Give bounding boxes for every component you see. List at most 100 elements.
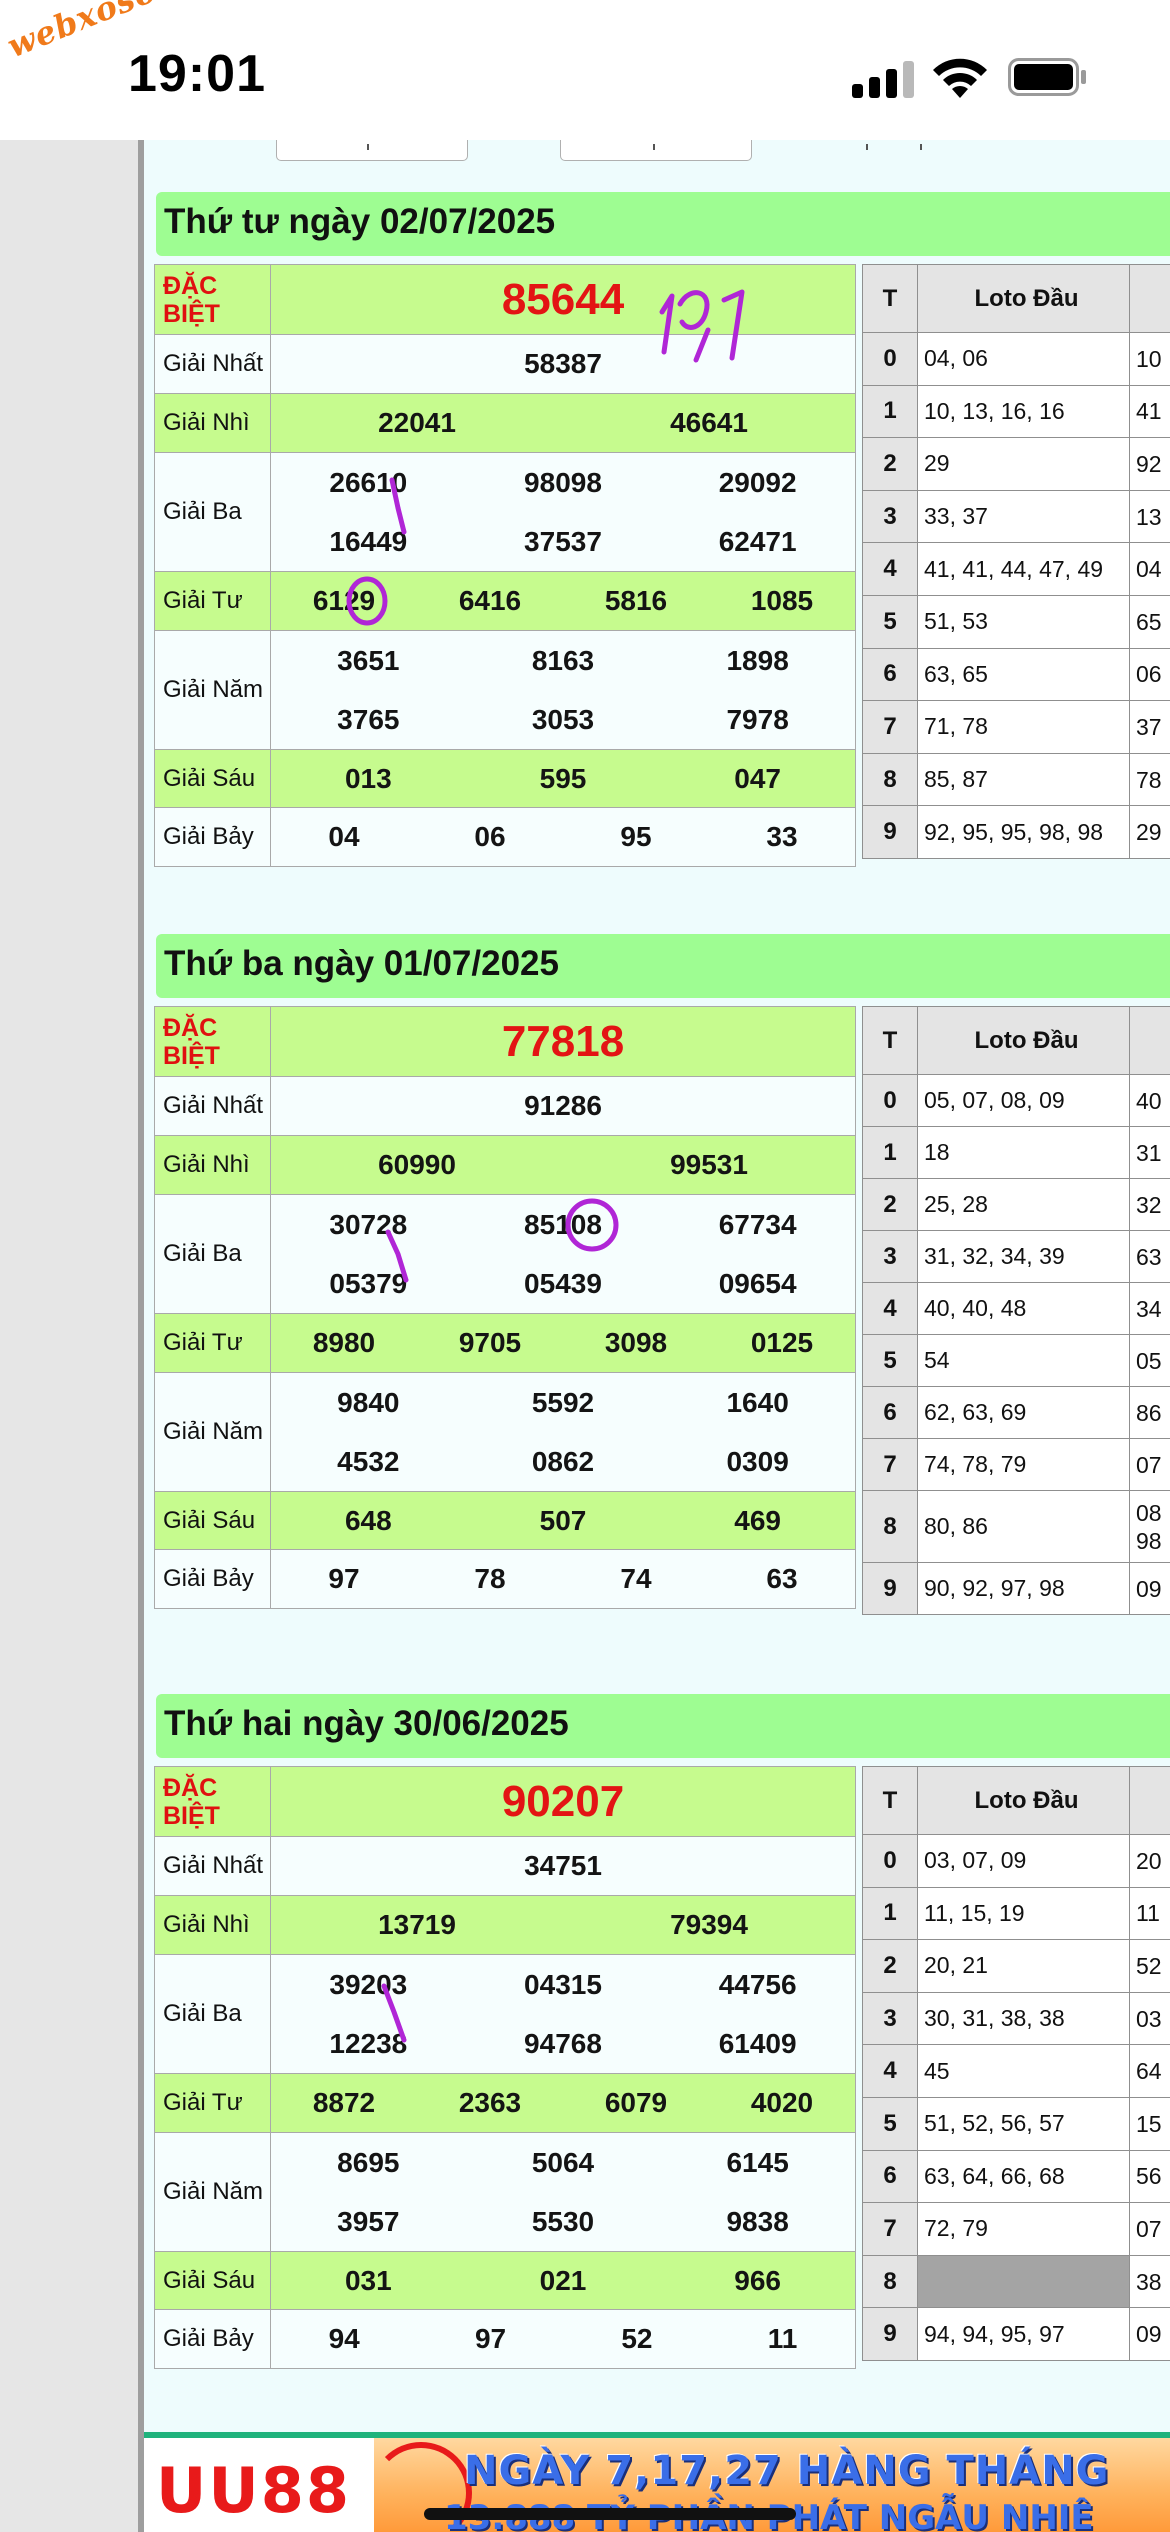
prize-label: Giải Sáu [154, 1491, 271, 1550]
home-indicator[interactable] [424, 2508, 796, 2520]
prize-number: 05439 [524, 1267, 602, 1299]
loto-dau: 29 [917, 437, 1130, 491]
prize-number: 95 [620, 821, 652, 852]
prize-number: 79394 [670, 1909, 748, 1940]
loto-dau: 90, 92, 97, 98 [917, 1562, 1130, 1615]
province-select-box[interactable] [560, 140, 752, 161]
loto-cut: 37 [1129, 700, 1170, 754]
loto-cut: 20 [1129, 1834, 1170, 1888]
cellular-signal-icon [852, 58, 914, 98]
status-time: 19:01 [128, 45, 266, 103]
prize-number: 74 [620, 1563, 652, 1594]
loto-dau: 63, 64, 66, 68 [917, 2149, 1130, 2204]
loto-dau: 33, 37 [917, 489, 1130, 544]
loto-t: 5 [862, 1334, 918, 1387]
wifi-icon [933, 58, 987, 98]
prize-number: 63 [766, 1563, 798, 1594]
loto-cut: 07 [1129, 2202, 1170, 2256]
prize-number: 3053 [531, 703, 595, 735]
date-select-box[interactable] [276, 140, 468, 161]
special-prize-label: ĐẶC BIỆT [154, 1006, 271, 1077]
prize-number: 3957 [337, 2205, 400, 2237]
loto-cut-line: 98 [1136, 1527, 1162, 1554]
loto-t: 1 [862, 1126, 918, 1179]
prize-number: 3765 [337, 703, 400, 735]
loto-dau: 92, 95, 95, 98, 98 [917, 805, 1130, 859]
loto-cut: 03 [1129, 1991, 1170, 2046]
prize-table: ĐẶC BIỆT 90207 Giải Nhất 34751 Giải Nhì 137… [154, 1766, 856, 2369]
prize-number: 2363 [458, 2087, 522, 2118]
loto-t: 5 [862, 594, 918, 649]
prize-label: Giải Tư [154, 1313, 271, 1373]
special-prize-value: 90207 [501, 1776, 625, 1826]
loto-t: 4 [862, 1282, 918, 1335]
prize-label: Giải Nhất [154, 334, 271, 394]
prize-number: 1640 [726, 1386, 789, 1418]
prize-number: 99531 [670, 1149, 748, 1180]
loto-t: 9 [862, 1562, 918, 1615]
day-header[interactable]: Thứ hai ngày 30/06/2025 [156, 1694, 1170, 1758]
loto-cut: 31 [1129, 1126, 1170, 1179]
prize-number: 507 [539, 1504, 587, 1536]
left-sidebar [0, 140, 138, 2532]
prize-label: Giải Nhất [154, 1836, 271, 1896]
loto-cut-line: 08 [1136, 1499, 1162, 1526]
day-header[interactable]: Thứ ba ngày 01/07/2025 [156, 934, 1170, 998]
prize-number: 11 [767, 2323, 798, 2354]
loto-t: 1 [862, 384, 918, 439]
loto-dau: 11, 15, 19 [917, 1886, 1130, 1941]
battery-icon [1008, 58, 1086, 96]
loto-t: 6 [862, 1386, 918, 1439]
prize-number: 6129 [312, 585, 376, 616]
prize-number: 26610 [329, 466, 408, 498]
banner-logo: UU88 [156, 2454, 351, 2527]
special-prize-label: ĐẶC BIỆT [154, 1766, 271, 1837]
prize-number: 22041 [378, 407, 456, 438]
loto-cut: 13 [1129, 489, 1170, 544]
prize-number: 78 [474, 1563, 506, 1594]
loto-cut: 15 [1129, 2096, 1170, 2151]
loto-dau: 85, 87 [917, 752, 1130, 807]
prize-number: 5064 [531, 2146, 595, 2178]
loto-header-cut [1129, 264, 1170, 333]
loto-cut: 05 [1129, 1334, 1170, 1387]
loto-t: 6 [862, 2149, 918, 2204]
special-prize-value: 77818 [501, 1016, 625, 1066]
prize-number: 94768 [524, 2027, 602, 2059]
prize-number: 7978 [726, 703, 789, 735]
prize-number: 34751 [524, 1850, 602, 1881]
prize-label: Giải Sáu [154, 2251, 271, 2310]
loto-dau-empty [917, 2254, 1130, 2309]
prize-number: 4532 [337, 1445, 400, 1477]
loto-cut: 07 [1129, 1438, 1170, 1491]
loto-cut: 04 [1129, 542, 1170, 596]
loto-dau: 05, 07, 08, 09 [917, 1074, 1130, 1127]
loto-cut: 56 [1129, 2149, 1170, 2204]
day-title: Thứ hai ngày 30/06/2025 [164, 1704, 569, 1743]
loto-dau: 74, 78, 79 [917, 1438, 1130, 1491]
loto-dau: 18 [917, 1126, 1130, 1179]
prize-number: 33 [766, 821, 798, 852]
prize-number: 30728 [329, 1208, 408, 1240]
loto-dau: 25, 28 [917, 1178, 1130, 1231]
loto-dau: 40, 40, 48 [917, 1282, 1130, 1335]
results-content[interactable]: Thứ tư ngày 02/07/2025 ĐẶC BIỆT 85644 Giả… [144, 140, 1170, 2532]
loto-t: 0 [862, 332, 918, 386]
loto-t: 7 [862, 2202, 918, 2256]
loto-header-t: T [862, 1006, 918, 1075]
loto-t: 5 [862, 2096, 918, 2151]
prize-number: 61409 [718, 2027, 797, 2059]
loto-t: 3 [862, 489, 918, 544]
loto-dau: 10, 13, 16, 16 [917, 384, 1130, 439]
loto-cut: 09 [1129, 2307, 1170, 2361]
loto-t: 2 [862, 1939, 918, 1993]
loto-t: 9 [862, 805, 918, 859]
prize-number: 1898 [726, 644, 789, 676]
prize-number: 6079 [604, 2087, 668, 2118]
prize-number: 0862 [531, 1445, 595, 1477]
day-header[interactable]: Thứ tư ngày 02/07/2025 [156, 192, 1170, 256]
loto-table: T Loto Đầu 0 04, 06 10 1 10, 13, 16, 16 41 22… [862, 264, 1170, 859]
loto-cut: 41 [1129, 384, 1170, 439]
prize-number: 52 [621, 2323, 653, 2354]
prize-label: Giải Ba [154, 1194, 271, 1314]
